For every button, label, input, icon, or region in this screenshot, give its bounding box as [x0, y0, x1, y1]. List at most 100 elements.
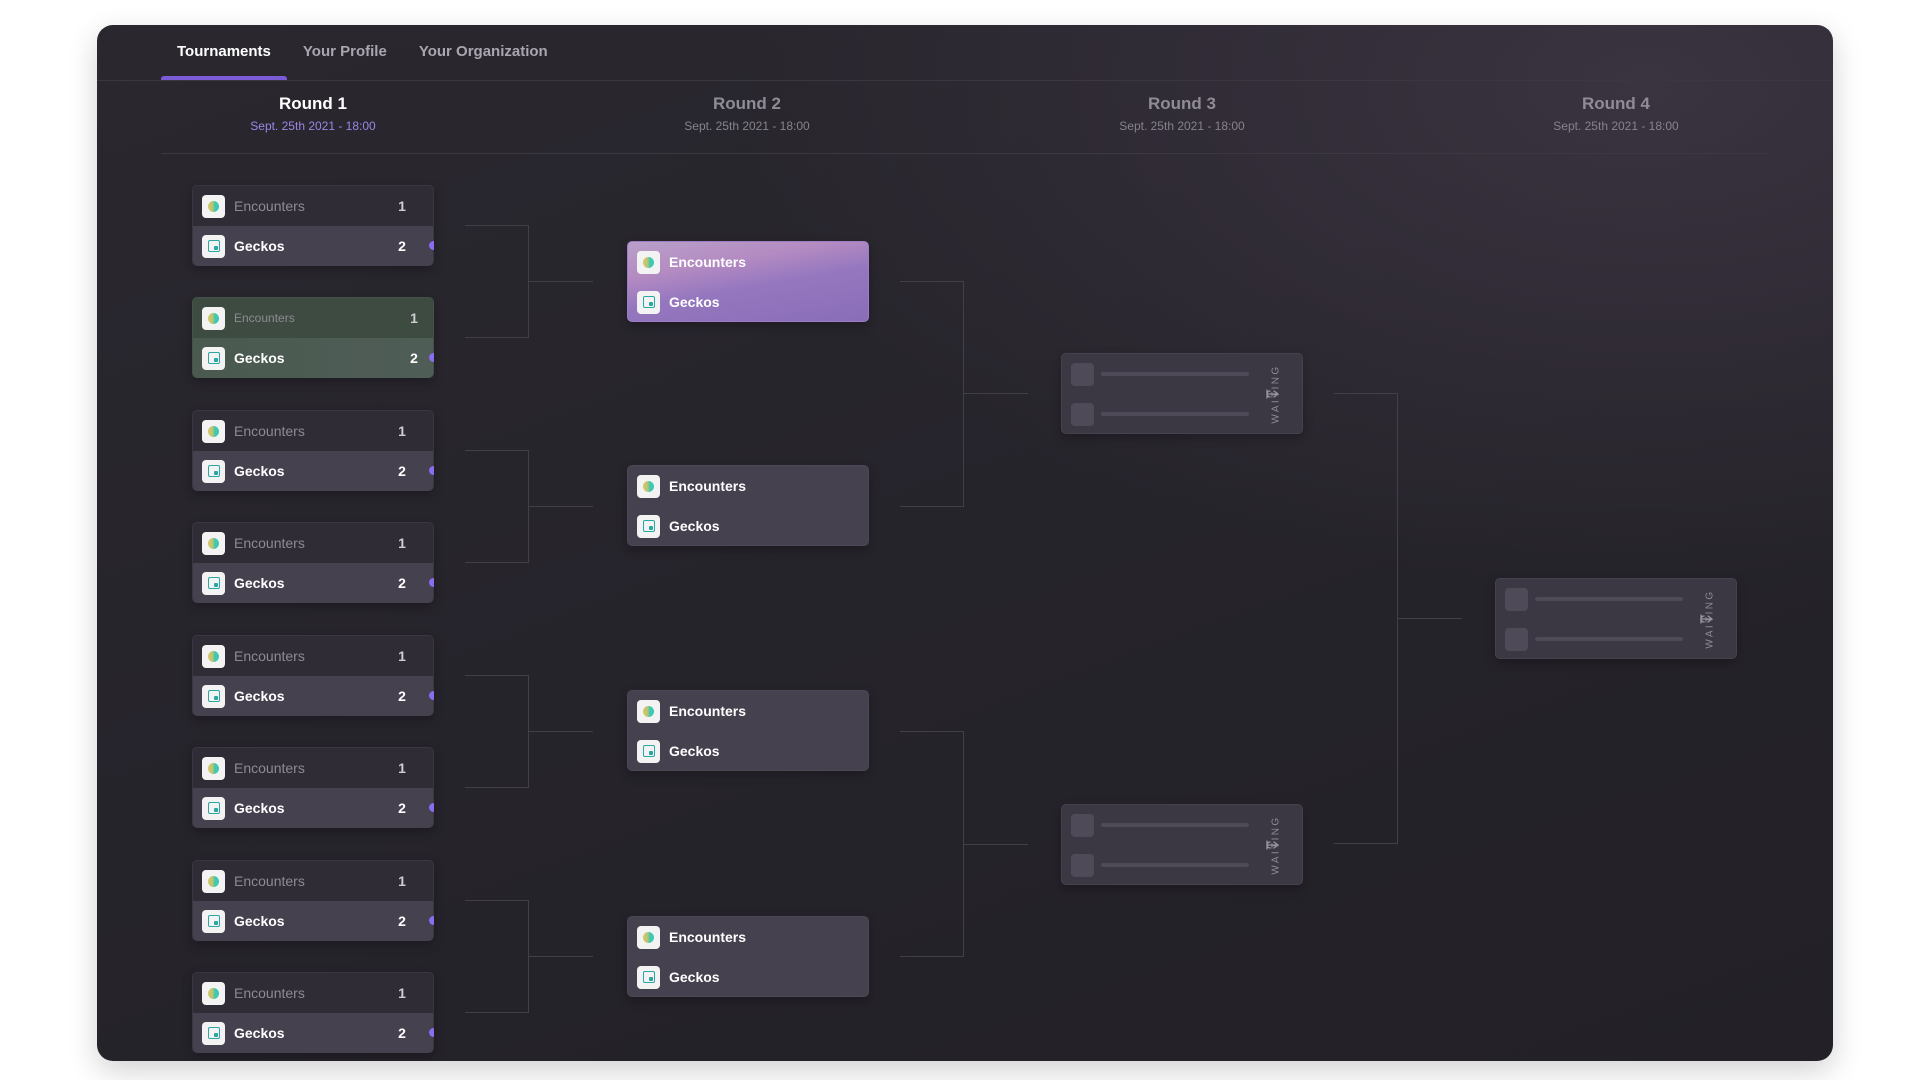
- team-name: Encounters: [234, 423, 305, 439]
- square-logo-icon: [202, 796, 225, 820]
- team-name: Encounters: [234, 873, 305, 889]
- team-score: 2: [398, 1025, 406, 1041]
- winner-indicator-icon: [429, 691, 434, 700]
- match-card[interactable]: Encounters 1 Geckos 2: [192, 410, 434, 491]
- team-score: 1: [398, 985, 406, 1001]
- team-score: 1: [398, 648, 406, 664]
- team-placeholder: [1071, 814, 1094, 837]
- bracket-connector: [964, 393, 1028, 394]
- match-card-waiting[interactable]: WAITING: [1061, 353, 1303, 434]
- bracket-connector: [465, 450, 529, 563]
- orb-logo-icon: [637, 925, 660, 949]
- name-placeholder: [1101, 412, 1249, 416]
- bracket-connector: [529, 506, 593, 507]
- winner-indicator-icon: [429, 803, 434, 812]
- match-card-highlighted[interactable]: Encounters 1 Geckos 2: [192, 297, 434, 378]
- match-card[interactable]: Encounters Geckos: [627, 465, 869, 546]
- team-name: Geckos: [234, 575, 285, 591]
- name-placeholder: [1101, 863, 1249, 867]
- team-score: 2: [398, 238, 406, 254]
- team-placeholder: [1505, 628, 1528, 651]
- orb-logo-icon: [202, 306, 225, 330]
- waiting-status: WAITING: [1704, 589, 1716, 649]
- match-card[interactable]: Encounters 1 Geckos 2: [192, 522, 434, 603]
- team-name: Encounters: [234, 535, 305, 551]
- bracket-connector: [529, 731, 593, 732]
- winner-indicator-icon: [429, 1028, 434, 1037]
- team-score: 1: [410, 310, 418, 326]
- round-3-header: Round 3 Sept. 25th 2021 - 18:00: [1032, 93, 1332, 133]
- square-logo-icon: [637, 965, 660, 989]
- winner-indicator-icon: [429, 241, 434, 250]
- orb-logo-icon: [637, 250, 660, 274]
- round-title: Round 1: [279, 94, 347, 113]
- orb-logo-icon: [637, 699, 660, 723]
- bracket-connector: [1398, 618, 1462, 619]
- orb-logo-icon: [202, 869, 225, 893]
- team-score: 2: [410, 350, 418, 366]
- nav-tabs: Tournaments Your Profile Your Organizati…: [161, 25, 564, 80]
- match-card-waiting[interactable]: WAITING: [1061, 804, 1303, 885]
- team-score: 2: [398, 800, 406, 816]
- team-name: Geckos: [669, 294, 720, 310]
- square-logo-icon: [202, 684, 225, 708]
- team-name: Encounters: [234, 760, 305, 776]
- team-score: 2: [398, 463, 406, 479]
- orb-logo-icon: [202, 756, 225, 780]
- round-title: Round 2: [713, 94, 781, 113]
- bracket-connector: [900, 731, 964, 957]
- round-date: Sept. 25th 2021 - 18:00: [1119, 119, 1245, 133]
- team-name: Geckos: [234, 688, 285, 704]
- tab-your-profile[interactable]: Your Profile: [287, 25, 403, 80]
- match-card-waiting[interactable]: WAITING: [1495, 578, 1737, 659]
- team-score: 1: [398, 423, 406, 439]
- round-date: Sept. 25th 2021 - 18:00: [250, 119, 376, 133]
- bracket-connector: [465, 225, 529, 338]
- round-4-header: Round 4 Sept. 25th 2021 - 18:00: [1466, 93, 1766, 133]
- round-1-header: Round 1 Sept. 25th 2021 - 18:00: [163, 93, 463, 133]
- team-name: Encounters: [669, 254, 747, 270]
- match-card[interactable]: Encounters 1 Geckos 2: [192, 185, 434, 266]
- header-divider: [161, 153, 1769, 154]
- team-placeholder: [1071, 854, 1094, 877]
- bracket-connector: [465, 900, 529, 1013]
- winner-indicator-icon: [429, 916, 434, 925]
- tab-tournaments[interactable]: Tournaments: [161, 25, 287, 80]
- orb-logo-icon: [637, 474, 660, 498]
- waiting-status: WAITING: [1270, 364, 1282, 424]
- match-card[interactable]: Encounters 1 Geckos 2: [192, 972, 434, 1053]
- tab-your-organization[interactable]: Your Organization: [403, 25, 564, 80]
- square-logo-icon: [202, 459, 225, 483]
- name-placeholder: [1535, 597, 1683, 601]
- team-score: 1: [398, 873, 406, 889]
- team-name: Geckos: [669, 518, 720, 534]
- team-name: Geckos: [669, 743, 720, 759]
- name-placeholder: [1535, 637, 1683, 641]
- team-name: Geckos: [234, 463, 285, 479]
- match-card[interactable]: Encounters Geckos: [627, 916, 869, 997]
- tabs-divider: [97, 80, 1833, 81]
- team-score: 2: [398, 913, 406, 929]
- round-title: Round 4: [1582, 94, 1650, 113]
- team-name: Encounters: [669, 478, 747, 494]
- match-card[interactable]: Encounters 1 Geckos 2: [192, 747, 434, 828]
- match-card[interactable]: Encounters 1 Geckos 2: [192, 635, 434, 716]
- team-name: Encounters: [669, 929, 747, 945]
- team-score: 2: [398, 688, 406, 704]
- team-score: 1: [398, 198, 406, 214]
- team-name: Geckos: [234, 1025, 285, 1041]
- match-card[interactable]: Encounters 1 Geckos 2: [192, 860, 434, 941]
- match-card[interactable]: Encounters Geckos: [627, 690, 869, 771]
- bracket-connector: [465, 675, 529, 788]
- name-placeholder: [1101, 823, 1249, 827]
- team-name: Encounters: [669, 703, 747, 719]
- square-logo-icon: [202, 1021, 225, 1045]
- team-name: Geckos: [234, 238, 285, 254]
- orb-logo-icon: [202, 531, 225, 555]
- team-score: 1: [398, 760, 406, 776]
- match-card-highlighted[interactable]: Encounters Geckos: [627, 241, 869, 322]
- orb-logo-icon: [202, 194, 225, 218]
- waiting-status: WAITING: [1270, 815, 1282, 875]
- round-date: Sept. 25th 2021 - 18:00: [684, 119, 810, 133]
- bracket-connector: [529, 281, 593, 282]
